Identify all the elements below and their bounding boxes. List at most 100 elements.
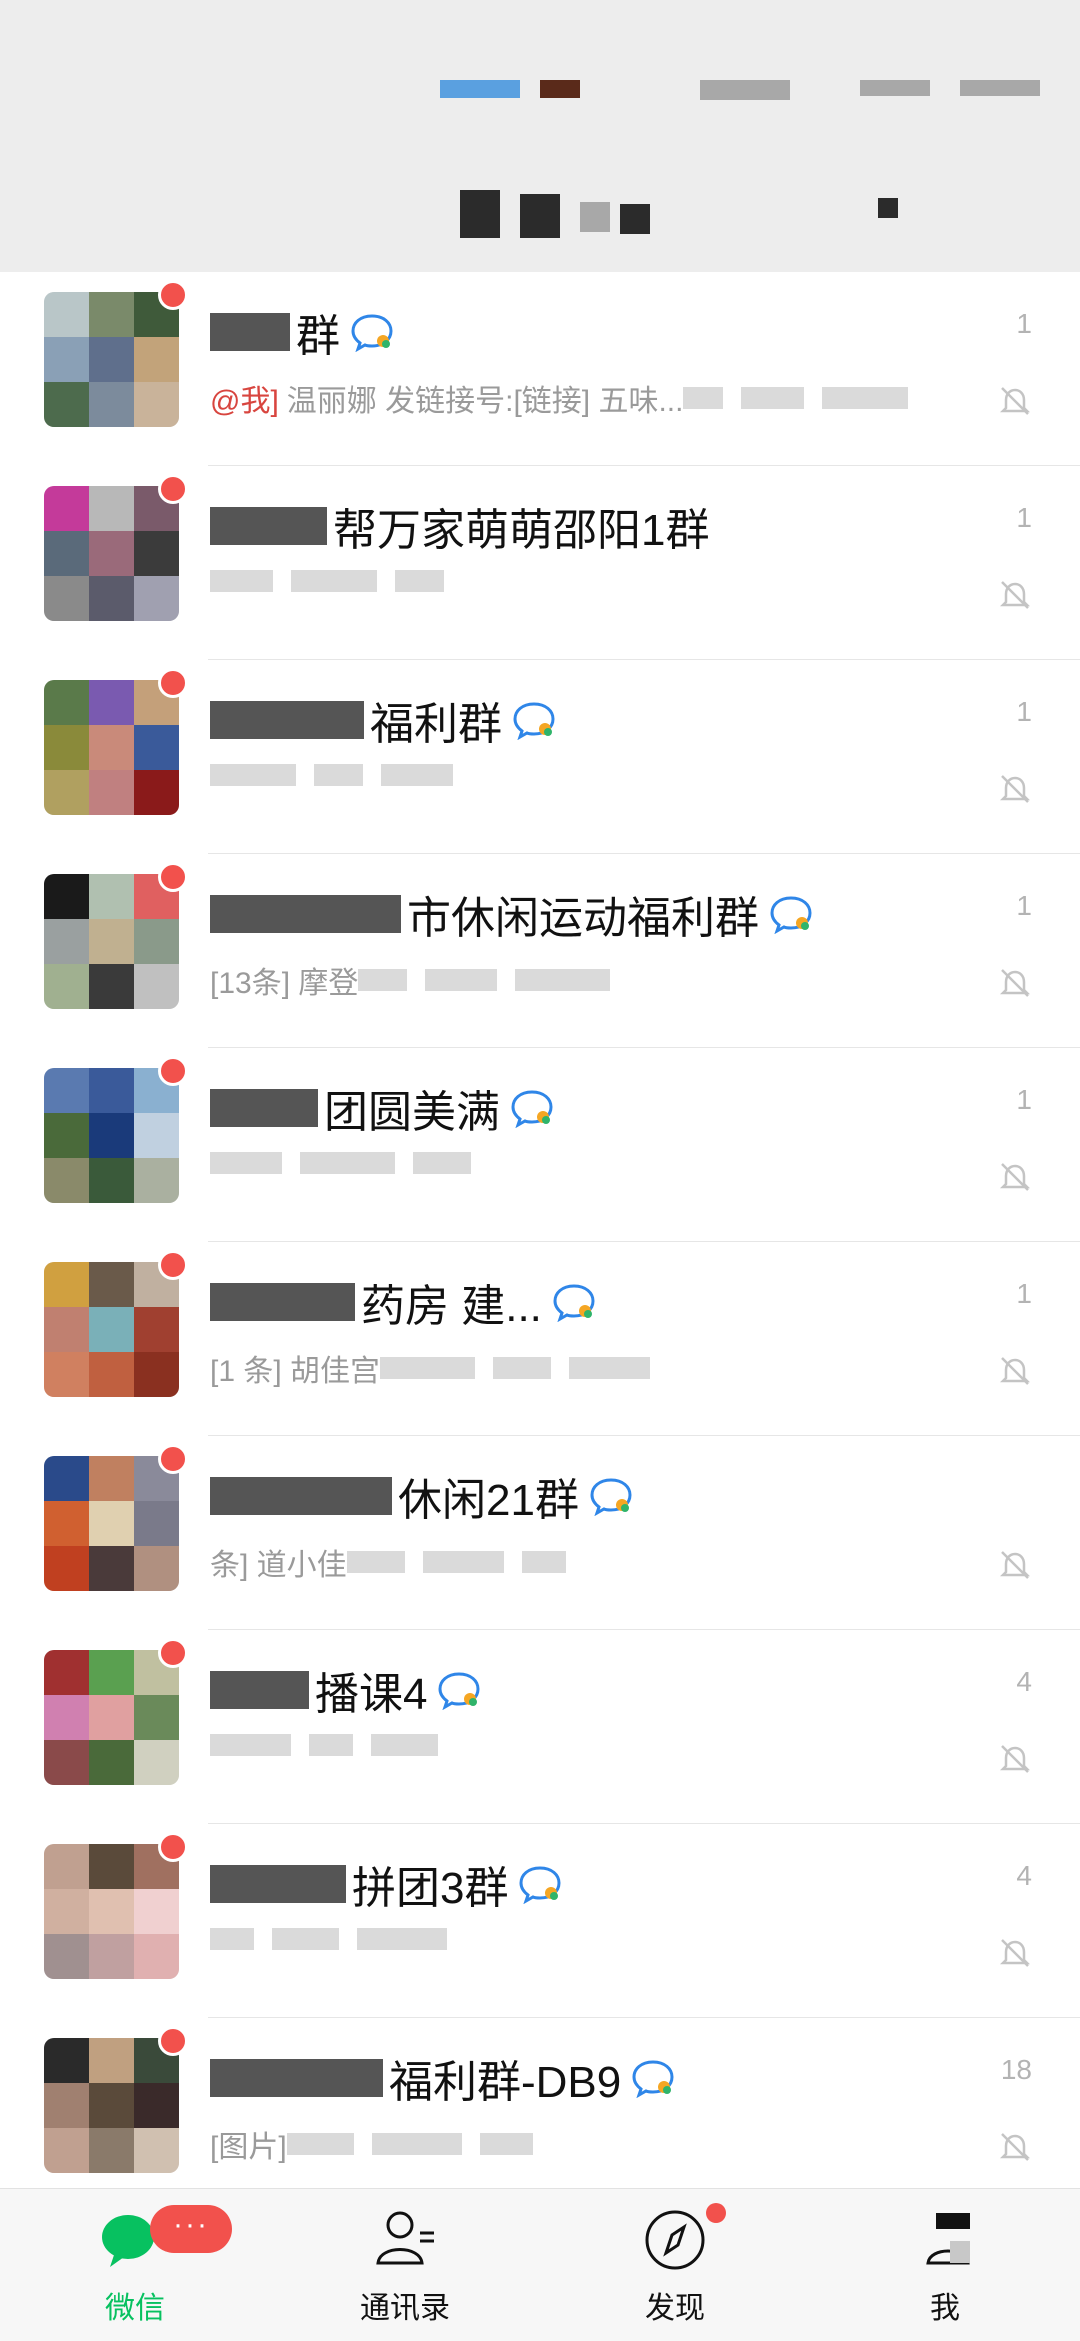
chat-row[interactable]: 药房 建... [1 条] 胡佳宫 1 [0, 1242, 1080, 1436]
group-avatar [44, 1650, 179, 1785]
preview-redaction [425, 969, 498, 991]
mute-bell-icon [998, 1160, 1032, 1194]
wecom-group-icon [437, 1670, 481, 1711]
chat-time: 18 [1000, 2054, 1032, 2085]
name-redaction [210, 1089, 318, 1127]
redaction [580, 202, 610, 232]
preview-text: [图片] [210, 2131, 287, 2164]
group-avatar [44, 1844, 179, 1979]
chat-name-text: 药房 建... [361, 1282, 542, 1331]
chat-name-text: 福利群-DB9 [389, 2058, 622, 2107]
chat-preview: [图片] [210, 2122, 551, 2166]
wecom-group-icon [518, 1864, 562, 1905]
chat-name-text: 团圆美满 [324, 1088, 500, 1137]
mute-bell-icon [998, 1548, 1032, 1582]
status-blur [440, 80, 520, 98]
chat-name: 休闲21群 [210, 1464, 633, 1528]
preview-redaction [381, 764, 453, 786]
preview-redaction [479, 2133, 533, 2155]
preview-redaction [741, 387, 805, 409]
wecom-group-icon [552, 1282, 596, 1323]
page-title-redacted [460, 190, 660, 240]
unread-dot [158, 1638, 188, 1668]
preview-redaction [395, 570, 444, 592]
mute-bell-icon [998, 578, 1032, 612]
mute-bell-icon [998, 966, 1032, 1000]
chat-preview [210, 764, 471, 786]
chat-preview [210, 1152, 489, 1174]
chat-time: 1 [1016, 502, 1032, 533]
group-avatar [44, 1456, 179, 1591]
name-redaction [210, 507, 327, 545]
unread-dot [158, 862, 188, 892]
preview-redaction [291, 570, 377, 592]
chat-name-text: 群 [296, 312, 340, 361]
chat-row[interactable]: 群 @我] 温丽娜 发链接号:[链接] 五味... 1 [0, 272, 1080, 466]
chat-row[interactable]: 福利群-DB9 [图片] 18 [0, 2018, 1080, 2212]
chat-row[interactable]: 帮万家萌萌邵阳1群 1 [0, 466, 1080, 660]
preview-redaction [210, 1734, 291, 1756]
redaction [620, 204, 650, 234]
chat-preview: @我] 温丽娜 发链接号:[链接] 五味... [210, 376, 926, 420]
mute-bell-icon [998, 384, 1032, 418]
chat-name-text: 播课4 [315, 1670, 428, 1719]
status-blur [960, 80, 1040, 96]
preview-redaction [358, 969, 408, 991]
preview-redaction [822, 387, 909, 409]
group-avatar [44, 1262, 179, 1397]
chat-time: 1 [1016, 308, 1032, 339]
status-blur [860, 80, 930, 96]
tab-me[interactable]: 我 [810, 2189, 1080, 2341]
group-avatar [44, 486, 179, 621]
tab-label: 我 [930, 2292, 960, 2325]
preview-redaction [569, 1357, 651, 1379]
preview-redaction [515, 969, 611, 991]
person-icon [926, 2213, 970, 2265]
preview-redaction [346, 1551, 405, 1573]
tab-discover[interactable]: 发现 [540, 2189, 810, 2341]
name-redaction [210, 701, 364, 739]
header-redaction [878, 198, 898, 218]
mute-bell-icon [998, 1354, 1032, 1388]
unread-badge: ··· [150, 2205, 232, 2253]
preview-redaction [413, 1152, 471, 1174]
status-blur [540, 80, 580, 98]
chat-row[interactable]: 休闲21群 条] 道小佳 [0, 1436, 1080, 1630]
wecom-group-icon [512, 700, 556, 741]
chat-name: 药房 建... [210, 1270, 596, 1334]
chat-row[interactable]: 团圆美满 1 [0, 1048, 1080, 1242]
preview-redaction [357, 1928, 447, 1950]
chat-time: 4 [1016, 1666, 1032, 1697]
wecom-group-icon [631, 2058, 675, 2099]
preview-redaction [286, 2133, 354, 2155]
tab-chats[interactable]: ··· 微信 [0, 2189, 270, 2341]
mute-bell-icon [998, 1936, 1032, 1970]
tab-contacts[interactable]: 通讯录 [270, 2189, 540, 2341]
chat-name: 群 [210, 300, 394, 364]
group-avatar [44, 874, 179, 1009]
unread-dot [158, 1444, 188, 1474]
group-avatar [44, 1068, 179, 1203]
unread-dot [158, 668, 188, 698]
unread-dot [158, 280, 188, 310]
chat-time: 4 [1016, 1860, 1032, 1891]
tab-label: 微信 [105, 2292, 165, 2325]
status-blur [700, 80, 790, 100]
chat-preview: [1 条] 胡佳宫 [210, 1346, 668, 1390]
wecom-group-icon [350, 312, 394, 353]
preview-redaction [314, 764, 363, 786]
preview-redaction [309, 1734, 353, 1756]
chat-row[interactable]: 福利群 1 [0, 660, 1080, 854]
unread-dot [158, 2026, 188, 2056]
preview-redaction [493, 1357, 552, 1379]
chat-row[interactable]: 播课4 4 [0, 1630, 1080, 1824]
chat-list: 群 @我] 温丽娜 发链接号:[链接] 五味... 1 帮万家萌萌邵阳1群 1 福利群 1 市休… [0, 272, 1080, 2212]
chat-name: 播课4 [210, 1658, 481, 1722]
mute-bell-icon [998, 772, 1032, 806]
name-redaction [210, 895, 401, 933]
chat-preview [210, 570, 462, 592]
chat-row[interactable]: 市休闲运动福利群 [13条] 摩登 1 [0, 854, 1080, 1048]
chat-preview [210, 1928, 465, 1950]
notification-dot [706, 2203, 726, 2223]
chat-row[interactable]: 拼团3群 4 [0, 1824, 1080, 2018]
